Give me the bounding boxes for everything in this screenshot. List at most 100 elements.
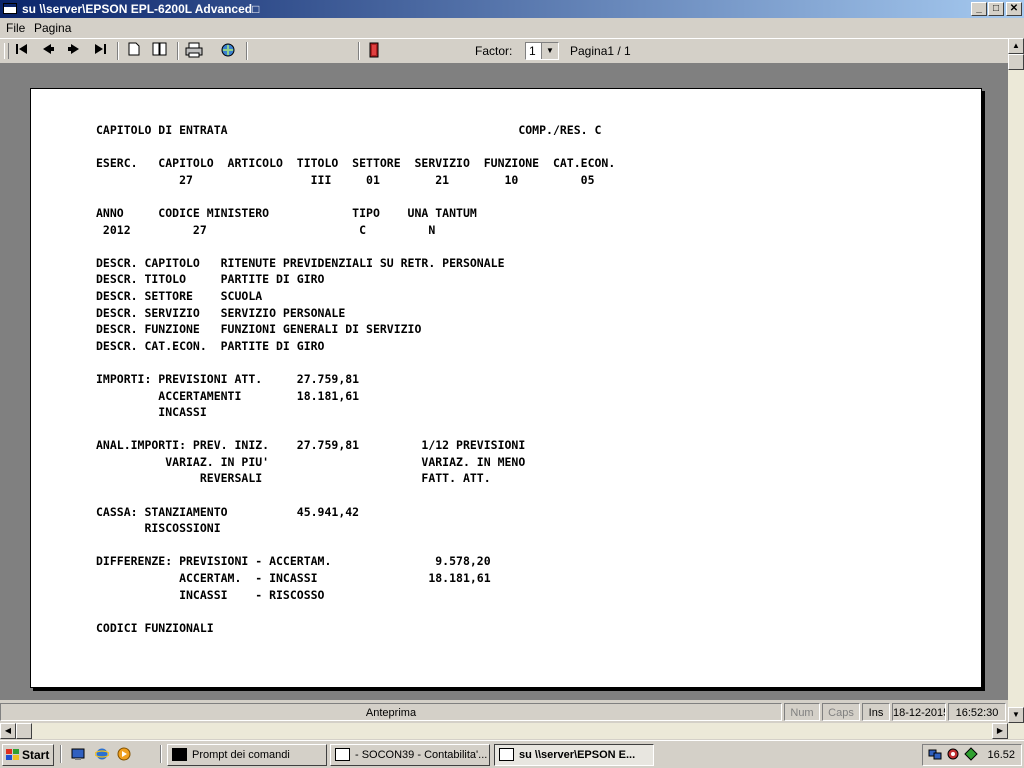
toolbar: Factor: 1 ▼ Pagina1 / 1: [0, 38, 1008, 64]
network-icon[interactable]: [927, 747, 943, 763]
task-epson-preview[interactable]: su \\server\EPSON E...: [494, 744, 654, 766]
window-title: su \\server\EPSON EPL-6200L Advanced□: [22, 2, 260, 16]
report-line: [96, 238, 615, 255]
report-line: [96, 188, 615, 205]
menu-pagina[interactable]: Pagina: [34, 19, 71, 38]
task-label: su \\server\EPSON E...: [519, 749, 636, 761]
status-date: 18-12-2015: [892, 703, 946, 721]
show-desktop-icon[interactable]: [70, 747, 86, 763]
report-line: CAPITOLO DI ENTRATA COMP./RES. C: [96, 123, 602, 137]
prev-page-icon[interactable]: [38, 42, 58, 60]
next-page-icon[interactable]: [64, 42, 84, 60]
scroll-right-button[interactable]: ▶: [992, 723, 1008, 739]
taskbar-separator: [60, 745, 62, 763]
window-icon: [499, 748, 514, 761]
status-main: Anteprima: [0, 703, 782, 721]
horizontal-scrollbar[interactable]: ◀ ▶: [0, 723, 1024, 739]
last-page-icon[interactable]: [90, 42, 110, 60]
task-command-prompt[interactable]: Prompt dei comandi: [167, 744, 327, 766]
vertical-scrollbar[interactable]: ▲ ▼: [1008, 38, 1024, 723]
update-icon[interactable]: [963, 747, 979, 763]
report-line: DESCR. CAT.ECON. PARTITE DI GIRO: [96, 338, 325, 353]
report-line: DESCR. TITOLO PARTITE DI GIRO: [96, 272, 325, 287]
report-line: CASSA: STANZIAMENTO 45.941,42: [96, 504, 360, 519]
preview-viewport[interactable]: CAPITOLO DI ENTRATA COMP./RES. C ESERC. …: [0, 64, 1008, 700]
print-page: CAPITOLO DI ENTRATA COMP./RES. C ESERC. …: [30, 88, 982, 688]
export-icon[interactable]: [218, 42, 238, 60]
toolbar-separator: [177, 42, 179, 60]
report-line: ANNO CODICE MINISTERO TIPO UNA TANTUM: [96, 205, 477, 220]
report-line: [96, 537, 615, 554]
toolbar-separator: [246, 42, 248, 60]
scroll-down-button[interactable]: ▼: [1008, 707, 1024, 723]
windows-logo-icon: [6, 749, 19, 760]
status-caps: Caps: [822, 703, 860, 721]
factor-value: 1: [529, 44, 536, 58]
internet-explorer-icon[interactable]: [94, 747, 110, 763]
report-line: ANAL.IMPORTI: PREV. INIZ. 27.759,81 1/12…: [96, 438, 526, 453]
report-line: INCASSI - RISCOSSO: [96, 587, 325, 602]
hscroll-thumb[interactable]: [16, 723, 32, 739]
scroll-up-button[interactable]: ▲: [1008, 38, 1024, 54]
minimize-button[interactable]: _: [971, 2, 987, 16]
report-line: VARIAZ. IN PIU' VARIAZ. IN MENO: [96, 454, 526, 469]
report-line: IMPORTI: PREVISIONI ATT. 27.759,81: [96, 371, 360, 386]
clock: 16.52: [987, 749, 1015, 761]
security-icon[interactable]: [945, 747, 961, 763]
media-player-icon[interactable]: [116, 747, 132, 763]
taskbar: Start Prompt dei comandi - SOCON39 - Con…: [0, 740, 1024, 768]
report-line: DESCR. SERVIZIO SERVIZIO PERSONALE: [96, 305, 346, 320]
report-line: DESCR. SETTORE SCUOLA: [96, 288, 263, 303]
scroll-thumb[interactable]: [1008, 54, 1024, 70]
scroll-left-button[interactable]: ◀: [0, 723, 16, 739]
single-page-icon[interactable]: [124, 42, 144, 60]
report-line: [96, 421, 615, 438]
window-icon: [335, 748, 350, 761]
report-line: 2012 27 C N: [96, 222, 436, 237]
report-line: [96, 354, 615, 371]
maximize-button[interactable]: □: [988, 2, 1004, 16]
report-text: CAPITOLO DI ENTRATA COMP./RES. C ESERC. …: [96, 122, 615, 636]
factor-select[interactable]: 1 ▼: [525, 42, 559, 60]
report-line: RISCOSSIONI: [96, 521, 221, 536]
exit-icon[interactable]: [364, 42, 384, 60]
toolbar-grip[interactable]: [4, 43, 9, 59]
report-line: DIFFERENZE: PREVISIONI - ACCERTAM. 9.578…: [96, 554, 491, 569]
first-page-icon[interactable]: [12, 42, 32, 60]
report-line: ACCERTAMENTI 18.181,61: [96, 388, 360, 403]
report-line: ESERC. CAPITOLO ARTICOLO TITOLO SETTORE …: [96, 156, 616, 171]
report-line: REVERSALI FATT. ATT.: [96, 471, 491, 486]
close-button[interactable]: ✕: [1006, 2, 1022, 16]
toolbar-separator: [358, 42, 360, 60]
menu-file[interactable]: File: [6, 19, 25, 38]
two-pages-icon[interactable]: [150, 42, 170, 60]
report-line: [96, 487, 615, 504]
taskbar-separator: [160, 745, 162, 763]
system-tray: 16.52: [922, 744, 1022, 766]
report-line: INCASSI: [96, 405, 207, 420]
menu-bar: File Pagina: [0, 19, 1024, 38]
start-label: Start: [22, 748, 50, 762]
page-indicator: Pagina1 / 1: [570, 44, 631, 58]
title-bar: su \\server\EPSON EPL-6200L Advanced□ _ …: [0, 0, 1024, 18]
report-line: DESCR. FUNZIONE FUNZIONI GENERALI DI SER…: [96, 322, 422, 337]
task-socon39[interactable]: - SOCON39 - Contabilita'...: [330, 744, 490, 766]
command-prompt-icon: [172, 748, 187, 761]
status-num: Num: [784, 703, 820, 721]
report-line: 27 III 01 21 10 05: [96, 172, 595, 187]
start-button[interactable]: Start: [2, 744, 54, 766]
factor-label: Factor:: [475, 44, 513, 58]
report-line: ACCERTAM. - INCASSI 18.181,61: [96, 571, 491, 586]
report-line: [96, 603, 615, 620]
status-bar: Anteprima Num Caps Ins 18-12-2015 16:52:…: [0, 701, 1008, 723]
print-icon[interactable]: [184, 42, 204, 60]
status-ins: Ins: [862, 703, 890, 721]
task-label: - SOCON39 - Contabilita'...: [355, 749, 488, 761]
report-line: CODICI FUNZIONALI: [96, 620, 214, 635]
chevron-down-icon[interactable]: ▼: [541, 43, 558, 59]
toolbar-separator: [117, 42, 119, 60]
task-label: Prompt dei comandi: [192, 749, 290, 761]
report-line: [96, 139, 615, 156]
report-line: DESCR. CAPITOLO RITENUTE PREVIDENZIALI S…: [96, 255, 505, 270]
window-app-icon[interactable]: [3, 3, 17, 14]
